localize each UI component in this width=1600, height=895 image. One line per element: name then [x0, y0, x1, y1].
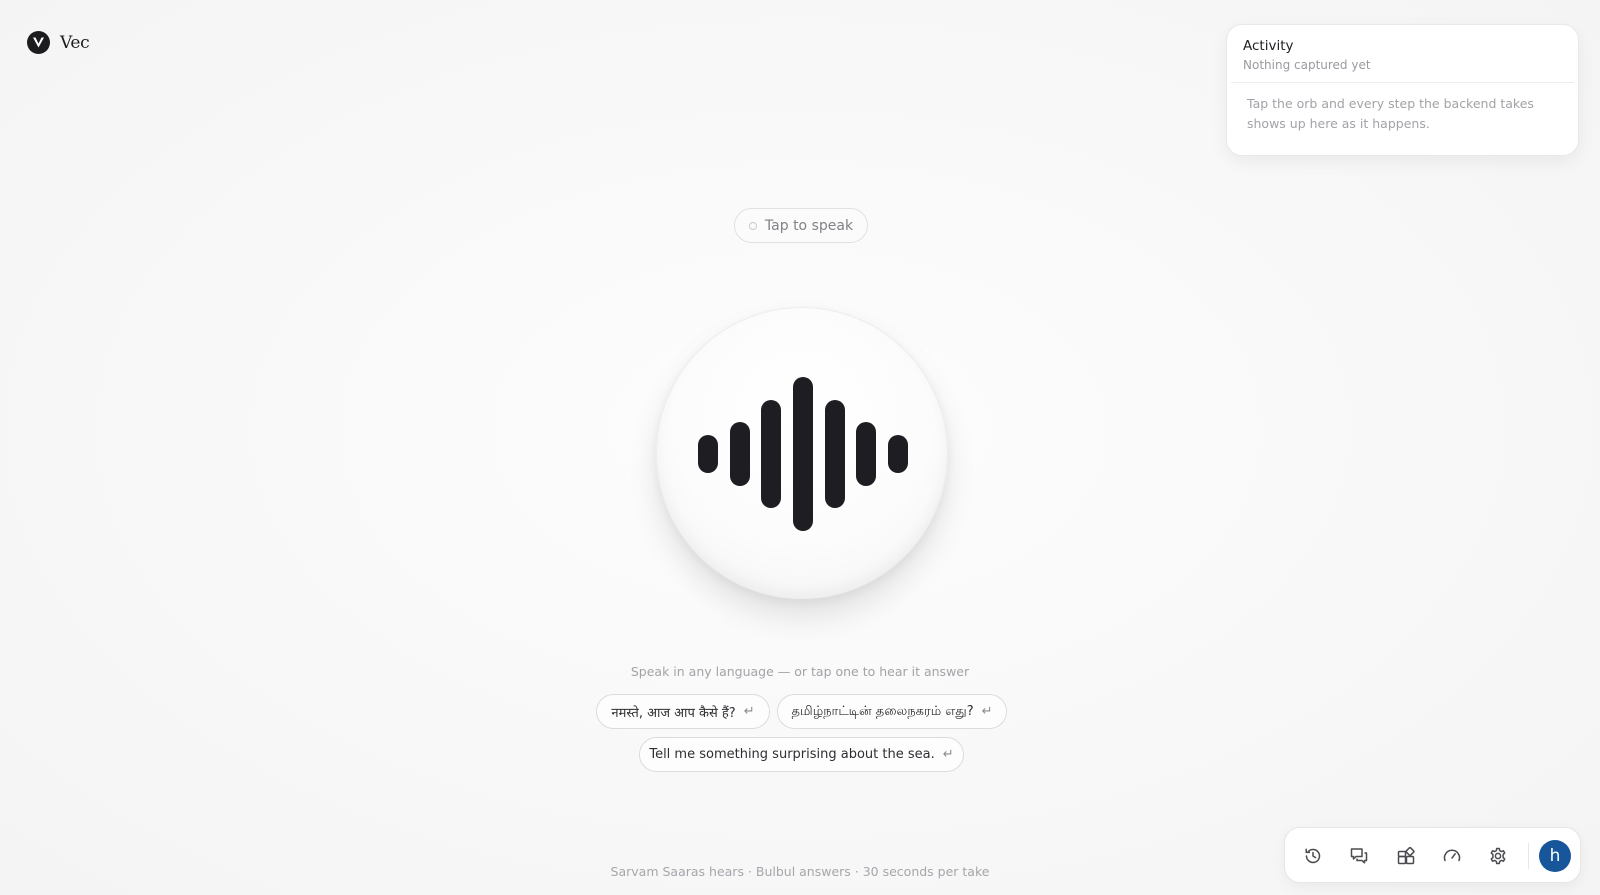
settings-button[interactable] — [1483, 841, 1513, 871]
user-avatar[interactable]: h — [1539, 840, 1571, 872]
return-icon: ↵ — [942, 747, 954, 762]
status-dot-icon — [748, 221, 757, 230]
activity-subtitle: Nothing captured yet — [1243, 58, 1371, 72]
bottom-dock: h — [1284, 827, 1581, 883]
activity-empty-message: Tap the orb and every step the backend t… — [1247, 96, 1534, 131]
gear-icon — [1490, 847, 1506, 865]
app-page: Vec Activity Nothing captured yet Tap th… — [0, 0, 1600, 895]
voice-orb-button[interactable] — [656, 307, 948, 599]
suggestions-hint: Speak in any language — or tap one to he… — [630, 664, 970, 679]
return-icon: ↵ — [743, 704, 755, 719]
suggestion-chip-english[interactable]: Tell me something surprising about the s… — [639, 737, 964, 772]
brand[interactable]: Vec — [27, 31, 90, 54]
gauge-button[interactable] — [1437, 841, 1467, 871]
return-icon: ↵ — [981, 704, 993, 719]
chat-icon — [1350, 848, 1368, 864]
chip-label: தமிழ்நாட்டின் தலைநகரம் எது? — [791, 703, 974, 719]
waveform-icon — [698, 377, 908, 531]
status-label: Tap to speak — [764, 217, 854, 234]
status-pill: Tap to speak — [734, 208, 868, 243]
history-icon — [1305, 848, 1321, 864]
chat-button[interactable] — [1344, 841, 1374, 871]
dock-divider — [1528, 843, 1529, 869]
brand-name: Vec — [60, 32, 90, 53]
widgets-button[interactable] — [1391, 841, 1421, 871]
activity-panel: Activity Nothing captured yet Tap the or… — [1226, 24, 1579, 156]
activity-header: Activity Nothing captured yet — [1231, 25, 1574, 83]
suggestion-chip-hindi[interactable]: नमस्ते, आज आप कैसे हैं? ↵ — [596, 694, 770, 729]
suggestion-chip-tamil[interactable]: தமிழ்நாட்டின் தலைநகரம் எது? ↵ — [777, 694, 1007, 729]
widgets-icon — [1397, 846, 1415, 865]
chip-label: Tell me something surprising about the s… — [649, 747, 935, 762]
gauge-icon — [1443, 849, 1461, 862]
v-logo-icon — [27, 31, 50, 54]
activity-title: Activity — [1243, 38, 1294, 54]
history-button[interactable] — [1298, 841, 1328, 871]
chip-label: नमस्ते, आज आप कैसे हैं? — [611, 705, 736, 721]
